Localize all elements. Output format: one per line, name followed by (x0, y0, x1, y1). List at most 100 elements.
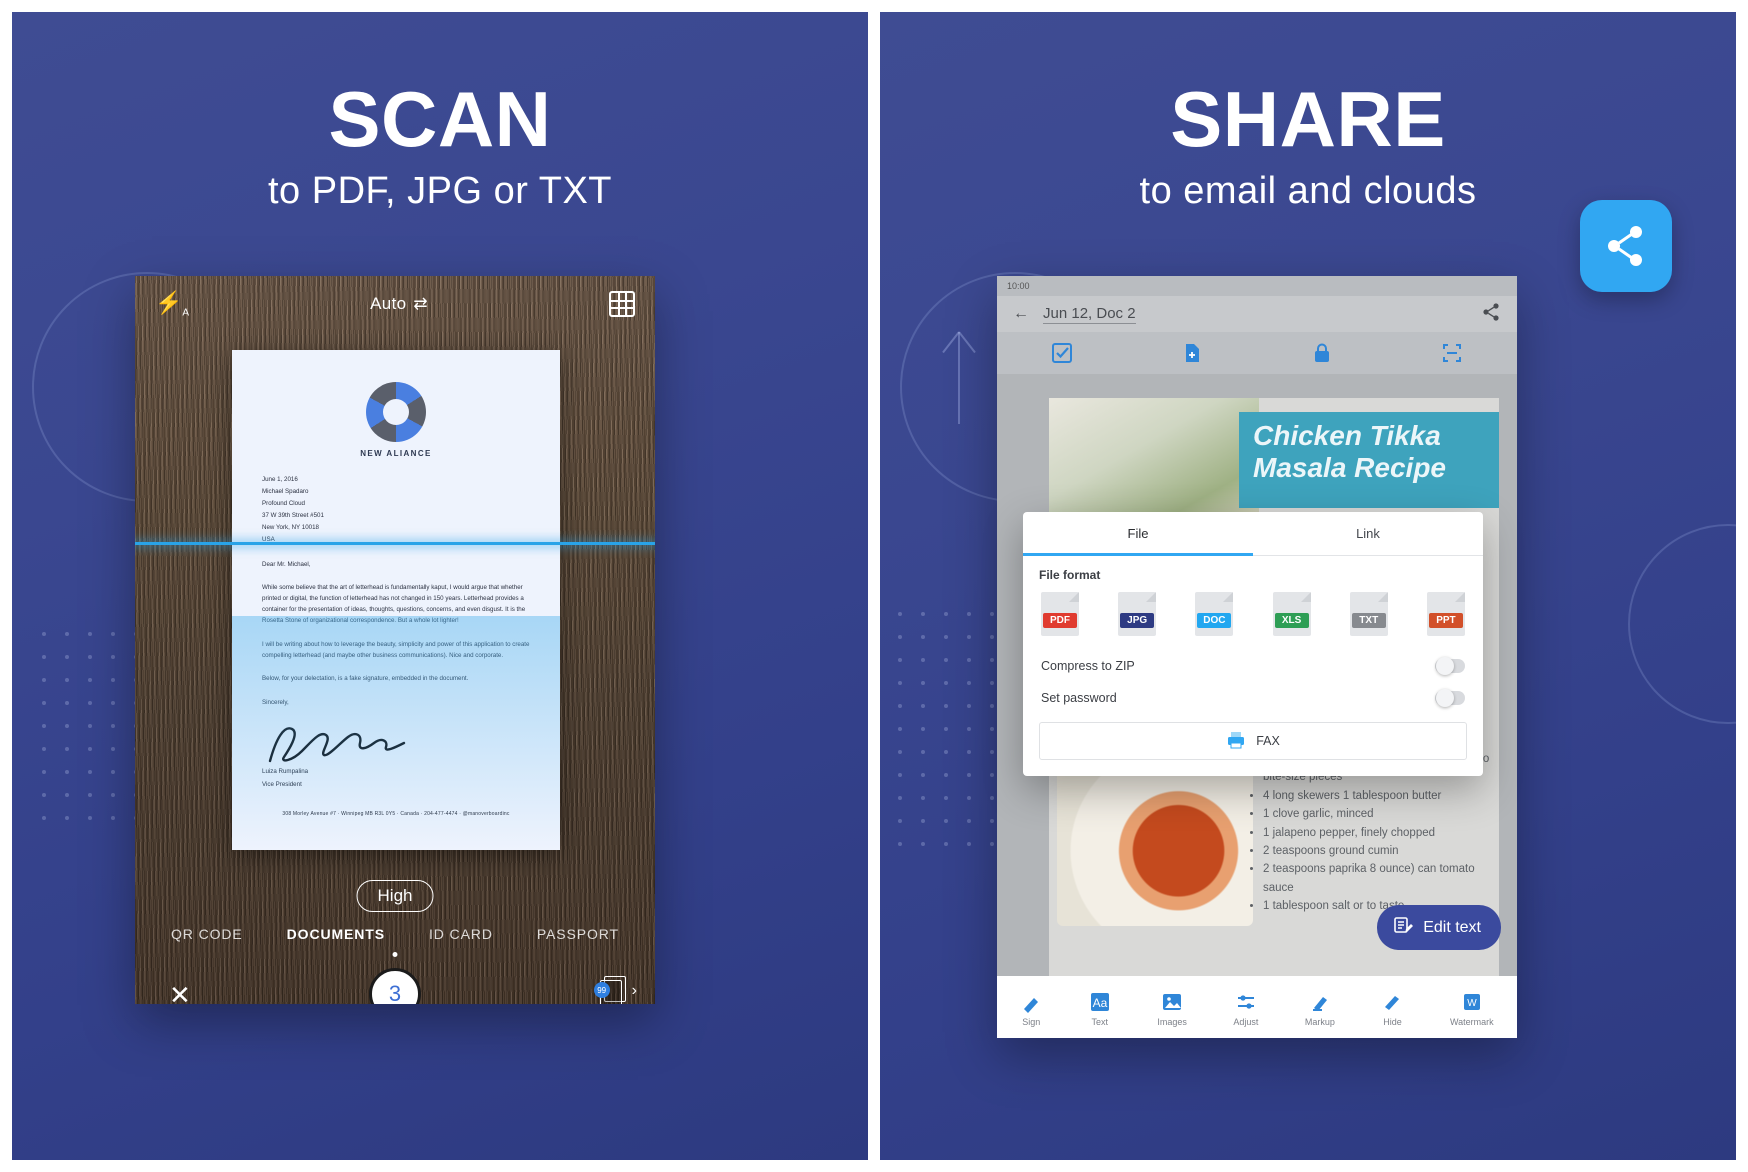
recipe-title-line2: Masala Recipe (1253, 452, 1446, 484)
tool-label: Hide (1383, 1017, 1402, 1027)
set-password-row: Set password (1039, 682, 1467, 714)
tool-markup[interactable]: Markup (1305, 991, 1335, 1027)
fax-button[interactable]: FAX (1039, 722, 1467, 760)
status-time: 10:00 (1007, 281, 1030, 291)
auto-label: Auto (370, 294, 407, 313)
tool-hide[interactable]: Hide (1381, 991, 1403, 1027)
image-icon (1161, 991, 1183, 1013)
scan-headline: SCAN (328, 75, 552, 163)
company-logo-mark (366, 382, 426, 442)
scan-frame-icon[interactable] (1441, 342, 1463, 364)
document-title[interactable]: Jun 12, Doc 2 (1043, 305, 1136, 324)
edit-text-button[interactable]: Edit text (1377, 905, 1501, 950)
share-headline: SHARE (1170, 75, 1446, 163)
format-pdf[interactable]: PDF (1041, 592, 1079, 636)
close-icon[interactable]: ✕ (169, 982, 191, 1004)
camera-mode-passport[interactable]: PASSPORT (537, 926, 619, 942)
address-line: Michael Spadaro (262, 488, 309, 496)
tool-images[interactable]: Images (1157, 991, 1187, 1027)
tab-link[interactable]: Link (1253, 512, 1483, 556)
compress-to-zip-row: Compress to ZIP (1039, 650, 1467, 682)
format-label: PPT (1428, 613, 1463, 628)
flash-auto-icon[interactable]: ⚡A (155, 290, 189, 318)
tool-adjust[interactable]: Adjust (1233, 991, 1258, 1027)
letterhead-logo: NEW ALIANCE (262, 382, 530, 458)
decorative-ring (1628, 524, 1736, 724)
recipe-title-line1: Chicken Tikka (1253, 420, 1441, 451)
text-edit-icon (1393, 915, 1414, 940)
gallery-button[interactable]: 99 › (593, 976, 637, 1004)
tool-label: Adjust (1233, 1017, 1259, 1027)
address-line: 37 W 39th Street #501 (262, 512, 324, 520)
quality-badge[interactable]: High (356, 880, 434, 912)
compress-toggle[interactable] (1435, 657, 1465, 675)
camera-mode-id-card[interactable]: ID CARD (429, 926, 493, 942)
arrow-left-icon[interactable]: ← (1013, 305, 1029, 323)
recipe-title-banner: Chicken Tikka Masala Recipe (1239, 412, 1499, 508)
share-nodes-icon[interactable] (1580, 200, 1672, 292)
file-format-options: PDF JPG DOC XLS TXT PPT (1041, 592, 1465, 636)
tool-label: Watermark (1450, 1017, 1494, 1027)
marker-icon (1309, 991, 1331, 1013)
promo-stage: SCAN to PDF, JPG or TXT ⚡A Auto ⇄ NEW AL… (0, 0, 1748, 1172)
list-item: 1 clove garlic, minced (1263, 805, 1495, 823)
hide-icon (1381, 991, 1403, 1013)
shutter-button[interactable]: 3 (369, 968, 421, 1004)
tab-file[interactable]: File (1023, 512, 1253, 556)
format-label: TXT (1351, 613, 1386, 628)
bottom-toolbar: Sign Aa Text Images Adjust Markup Hide W… (997, 976, 1517, 1038)
address-line: New York, NY 10018 (262, 524, 319, 532)
format-xls[interactable]: XLS (1272, 592, 1311, 636)
edit-text-label: Edit text (1423, 918, 1481, 936)
lock-icon[interactable] (1311, 342, 1333, 364)
active-mode-indicator (392, 952, 398, 957)
fax-label: FAX (1256, 734, 1280, 748)
tool-label: Images (1157, 1017, 1187, 1027)
format-label: XLS (1274, 613, 1309, 628)
tool-label: Sign (1022, 1017, 1041, 1027)
scan-subheadline: to PDF, JPG or TXT (267, 170, 613, 212)
pen-icon (1020, 991, 1042, 1013)
tool-text[interactable]: Aa Text (1089, 991, 1111, 1027)
compress-label: Compress to ZIP (1041, 659, 1135, 673)
svg-text:Aa: Aa (1092, 996, 1107, 1010)
salutation: Dear Mr. Michael, (262, 560, 311, 568)
gallery-badge: 99 (593, 982, 610, 998)
address-line: June 1, 2016 (262, 476, 298, 483)
share-icon[interactable] (1481, 302, 1501, 327)
tool-label: Markup (1304, 1017, 1335, 1027)
format-jpg[interactable]: JPG (1118, 592, 1157, 636)
company-name: NEW ALIANCE (360, 449, 432, 458)
svg-text:W: W (1467, 998, 1477, 1009)
tool-watermark[interactable]: W Watermark (1450, 991, 1494, 1027)
chevron-right-icon[interactable]: › (632, 982, 637, 1000)
panel-share: SHARE to email and clouds 10:00 ← Jun 12… (880, 12, 1736, 1160)
decorative-arrow (958, 332, 960, 424)
format-doc[interactable]: DOC (1195, 592, 1234, 636)
format-ppt[interactable]: PPT (1426, 592, 1465, 636)
sliders-icon (1235, 991, 1257, 1013)
document-toolbar (997, 332, 1517, 374)
grid-icon[interactable] (608, 291, 635, 317)
list-item: 1 jalapeno pepper, finely chopped (1263, 824, 1495, 842)
dialog-body: File format PDF JPG DOC XLS TXT PPT Comp… (1023, 556, 1483, 776)
password-toggle[interactable] (1435, 689, 1465, 707)
list-item: 2 teaspoons paprika 8 ounce) can tomato … (1263, 860, 1495, 897)
tool-sign[interactable]: Sign (1020, 991, 1042, 1027)
document-top-bar: ← Jun 12, Doc 2 (997, 296, 1517, 332)
format-label: PDF (1043, 613, 1077, 628)
address-block: June 1, 2016 Michael Spadaro Profound Cl… (262, 474, 530, 547)
select-all-icon[interactable] (1051, 342, 1073, 364)
password-label: Set password (1041, 691, 1117, 705)
swap-icon: ⇄ (413, 294, 428, 313)
format-label: JPG (1120, 613, 1155, 628)
scan-line (135, 542, 655, 545)
recipe-photo (1049, 398, 1259, 528)
camera-mode-tabs: QR CODE DOCUMENTS ID CARD PASSPORT (135, 926, 655, 942)
camera-mode-documents[interactable]: DOCUMENTS (287, 926, 385, 942)
panel-scan: SCAN to PDF, JPG or TXT ⚡A Auto ⇄ NEW AL… (12, 12, 868, 1160)
camera-mode-qr-code[interactable]: QR CODE (171, 926, 243, 942)
auto-mode-toggle[interactable]: Auto ⇄ (370, 294, 428, 314)
add-page-icon[interactable] (1181, 342, 1203, 364)
format-txt[interactable]: TXT (1349, 592, 1388, 636)
